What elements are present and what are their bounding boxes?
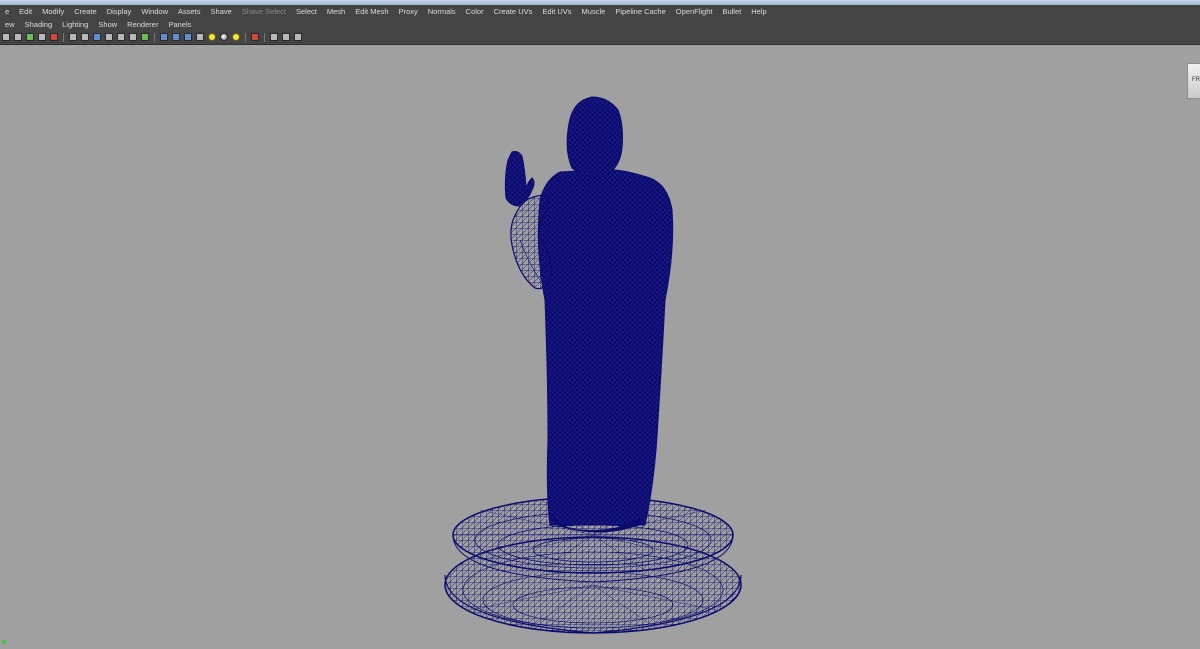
view-cube[interactable]: FR xyxy=(1187,63,1200,99)
axis-indicator-icon xyxy=(2,640,6,644)
buddha-statue-wireframe[interactable] xyxy=(0,0,1200,649)
statue-head xyxy=(566,96,623,178)
statue-body xyxy=(537,169,674,533)
